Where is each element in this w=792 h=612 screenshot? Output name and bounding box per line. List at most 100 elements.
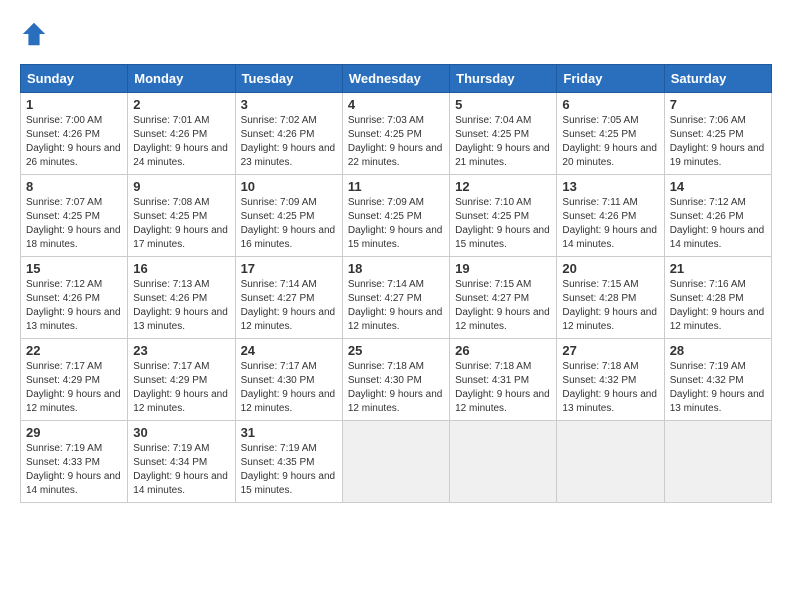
calendar-cell: 15 Sunrise: 7:12 AMSunset: 4:26 PMDaylig… [21, 257, 128, 339]
day-number: 11 [348, 179, 444, 194]
day-info: Sunrise: 7:14 AMSunset: 4:27 PMDaylight:… [241, 279, 336, 332]
calendar-cell: 5 Sunrise: 7:04 AMSunset: 4:25 PMDayligh… [450, 93, 557, 175]
day-number: 22 [26, 343, 122, 358]
day-number: 27 [562, 343, 658, 358]
calendar-cell: 8 Sunrise: 7:07 AMSunset: 4:25 PMDayligh… [21, 175, 128, 257]
calendar-cell [557, 421, 664, 503]
calendar-cell: 23 Sunrise: 7:17 AMSunset: 4:29 PMDaylig… [128, 339, 235, 421]
calendar-cell: 2 Sunrise: 7:01 AMSunset: 4:26 PMDayligh… [128, 93, 235, 175]
day-number: 8 [26, 179, 122, 194]
day-number: 12 [455, 179, 551, 194]
day-number: 7 [670, 97, 766, 112]
day-number: 25 [348, 343, 444, 358]
calendar-cell: 21 Sunrise: 7:16 AMSunset: 4:28 PMDaylig… [664, 257, 771, 339]
calendar-table: SundayMondayTuesdayWednesdayThursdayFrid… [20, 64, 772, 503]
calendar-cell: 16 Sunrise: 7:13 AMSunset: 4:26 PMDaylig… [128, 257, 235, 339]
weekday-header-sunday: Sunday [21, 65, 128, 93]
calendar-cell: 3 Sunrise: 7:02 AMSunset: 4:26 PMDayligh… [235, 93, 342, 175]
day-number: 3 [241, 97, 337, 112]
day-info: Sunrise: 7:14 AMSunset: 4:27 PMDaylight:… [348, 279, 443, 332]
calendar-cell: 28 Sunrise: 7:19 AMSunset: 4:32 PMDaylig… [664, 339, 771, 421]
day-info: Sunrise: 7:13 AMSunset: 4:26 PMDaylight:… [133, 279, 228, 332]
day-info: Sunrise: 7:04 AMSunset: 4:25 PMDaylight:… [455, 115, 550, 168]
logo-icon [20, 20, 48, 48]
calendar-cell: 29 Sunrise: 7:19 AMSunset: 4:33 PMDaylig… [21, 421, 128, 503]
calendar-cell: 9 Sunrise: 7:08 AMSunset: 4:25 PMDayligh… [128, 175, 235, 257]
day-info: Sunrise: 7:05 AMSunset: 4:25 PMDaylight:… [562, 115, 657, 168]
day-info: Sunrise: 7:17 AMSunset: 4:29 PMDaylight:… [133, 361, 228, 414]
calendar-cell: 14 Sunrise: 7:12 AMSunset: 4:26 PMDaylig… [664, 175, 771, 257]
day-number: 31 [241, 425, 337, 440]
day-number: 14 [670, 179, 766, 194]
day-number: 29 [26, 425, 122, 440]
day-info: Sunrise: 7:12 AMSunset: 4:26 PMDaylight:… [670, 197, 765, 250]
day-number: 21 [670, 261, 766, 276]
day-info: Sunrise: 7:15 AMSunset: 4:28 PMDaylight:… [562, 279, 657, 332]
day-number: 28 [670, 343, 766, 358]
calendar-cell: 10 Sunrise: 7:09 AMSunset: 4:25 PMDaylig… [235, 175, 342, 257]
weekday-header-monday: Monday [128, 65, 235, 93]
day-info: Sunrise: 7:01 AMSunset: 4:26 PMDaylight:… [133, 115, 228, 168]
logo [20, 20, 52, 48]
day-info: Sunrise: 7:18 AMSunset: 4:30 PMDaylight:… [348, 361, 443, 414]
calendar-cell: 6 Sunrise: 7:05 AMSunset: 4:25 PMDayligh… [557, 93, 664, 175]
day-info: Sunrise: 7:17 AMSunset: 4:29 PMDaylight:… [26, 361, 121, 414]
day-number: 30 [133, 425, 229, 440]
calendar-cell [342, 421, 449, 503]
day-number: 4 [348, 97, 444, 112]
calendar-cell: 26 Sunrise: 7:18 AMSunset: 4:31 PMDaylig… [450, 339, 557, 421]
day-info: Sunrise: 7:06 AMSunset: 4:25 PMDaylight:… [670, 115, 765, 168]
day-info: Sunrise: 7:09 AMSunset: 4:25 PMDaylight:… [241, 197, 336, 250]
calendar-cell: 17 Sunrise: 7:14 AMSunset: 4:27 PMDaylig… [235, 257, 342, 339]
day-info: Sunrise: 7:15 AMSunset: 4:27 PMDaylight:… [455, 279, 550, 332]
day-number: 6 [562, 97, 658, 112]
day-info: Sunrise: 7:11 AMSunset: 4:26 PMDaylight:… [562, 197, 657, 250]
calendar-cell: 1 Sunrise: 7:00 AMSunset: 4:26 PMDayligh… [21, 93, 128, 175]
day-number: 5 [455, 97, 551, 112]
day-info: Sunrise: 7:18 AMSunset: 4:32 PMDaylight:… [562, 361, 657, 414]
calendar-cell: 19 Sunrise: 7:15 AMSunset: 4:27 PMDaylig… [450, 257, 557, 339]
day-info: Sunrise: 7:19 AMSunset: 4:33 PMDaylight:… [26, 443, 121, 496]
day-info: Sunrise: 7:02 AMSunset: 4:26 PMDaylight:… [241, 115, 336, 168]
calendar-cell: 30 Sunrise: 7:19 AMSunset: 4:34 PMDaylig… [128, 421, 235, 503]
day-number: 2 [133, 97, 229, 112]
weekday-header-wednesday: Wednesday [342, 65, 449, 93]
calendar-cell: 20 Sunrise: 7:15 AMSunset: 4:28 PMDaylig… [557, 257, 664, 339]
weekday-header-saturday: Saturday [664, 65, 771, 93]
day-number: 15 [26, 261, 122, 276]
calendar-cell: 11 Sunrise: 7:09 AMSunset: 4:25 PMDaylig… [342, 175, 449, 257]
calendar-cell: 13 Sunrise: 7:11 AMSunset: 4:26 PMDaylig… [557, 175, 664, 257]
day-info: Sunrise: 7:19 AMSunset: 4:32 PMDaylight:… [670, 361, 765, 414]
day-info: Sunrise: 7:09 AMSunset: 4:25 PMDaylight:… [348, 197, 443, 250]
calendar-cell: 18 Sunrise: 7:14 AMSunset: 4:27 PMDaylig… [342, 257, 449, 339]
day-info: Sunrise: 7:03 AMSunset: 4:25 PMDaylight:… [348, 115, 443, 168]
day-info: Sunrise: 7:08 AMSunset: 4:25 PMDaylight:… [133, 197, 228, 250]
day-info: Sunrise: 7:12 AMSunset: 4:26 PMDaylight:… [26, 279, 121, 332]
calendar-cell [450, 421, 557, 503]
day-info: Sunrise: 7:18 AMSunset: 4:31 PMDaylight:… [455, 361, 550, 414]
day-number: 13 [562, 179, 658, 194]
day-info: Sunrise: 7:10 AMSunset: 4:25 PMDaylight:… [455, 197, 550, 250]
weekday-header-friday: Friday [557, 65, 664, 93]
calendar-cell: 22 Sunrise: 7:17 AMSunset: 4:29 PMDaylig… [21, 339, 128, 421]
day-number: 1 [26, 97, 122, 112]
day-info: Sunrise: 7:19 AMSunset: 4:34 PMDaylight:… [133, 443, 228, 496]
day-number: 23 [133, 343, 229, 358]
day-info: Sunrise: 7:07 AMSunset: 4:25 PMDaylight:… [26, 197, 121, 250]
day-number: 9 [133, 179, 229, 194]
calendar-cell: 7 Sunrise: 7:06 AMSunset: 4:25 PMDayligh… [664, 93, 771, 175]
day-number: 16 [133, 261, 229, 276]
day-info: Sunrise: 7:00 AMSunset: 4:26 PMDaylight:… [26, 115, 121, 168]
weekday-header-tuesday: Tuesday [235, 65, 342, 93]
calendar-cell: 25 Sunrise: 7:18 AMSunset: 4:30 PMDaylig… [342, 339, 449, 421]
calendar-cell: 31 Sunrise: 7:19 AMSunset: 4:35 PMDaylig… [235, 421, 342, 503]
weekday-header-thursday: Thursday [450, 65, 557, 93]
calendar-cell: 4 Sunrise: 7:03 AMSunset: 4:25 PMDayligh… [342, 93, 449, 175]
calendar-cell [664, 421, 771, 503]
page-header [20, 20, 772, 48]
day-number: 24 [241, 343, 337, 358]
day-number: 20 [562, 261, 658, 276]
day-number: 18 [348, 261, 444, 276]
day-number: 10 [241, 179, 337, 194]
day-info: Sunrise: 7:17 AMSunset: 4:30 PMDaylight:… [241, 361, 336, 414]
